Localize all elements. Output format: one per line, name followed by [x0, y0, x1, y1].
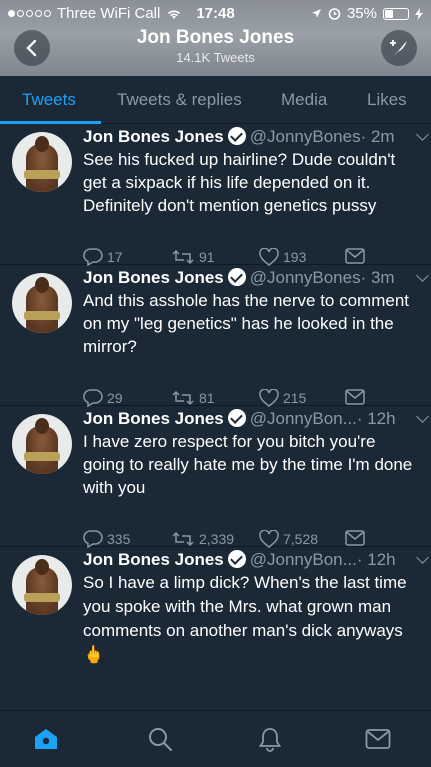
reply-count: 29 [107, 390, 123, 406]
nav-bar: Jon Bones Jones 14.1K Tweets [0, 26, 431, 76]
profile-header: Three WiFi Call 17:48 35% Jon Bones Jone… [0, 0, 431, 76]
retweet-icon [172, 390, 194, 406]
home-tab-button[interactable] [32, 725, 60, 753]
retweet-button[interactable]: 91 [171, 248, 215, 266]
like-count: 215 [283, 390, 307, 406]
like-button[interactable]: 215 [259, 389, 306, 407]
tweet-time: · 12h [356, 550, 396, 569]
like-count: 193 [283, 249, 307, 265]
retweet-icon [172, 531, 194, 547]
avatar[interactable] [12, 273, 72, 333]
status-bar: Three WiFi Call 17:48 35% [0, 0, 431, 26]
tweet-author-name[interactable]: Jon Bones Jones [83, 127, 224, 146]
tweet-item[interactable]: Jon Bones Jones @JonnyBon...· 12h So I ha… [0, 547, 431, 710]
tweet-item[interactable]: Jon Bones Jones @JonnyBon...· 12h I have … [0, 406, 431, 548]
tab-likes[interactable]: Likes [367, 90, 407, 110]
tweet-text: So I have a limp dick? When's the last t… [83, 573, 407, 664]
verified-badge-icon [227, 127, 246, 145]
retweet-button[interactable]: 81 [171, 389, 215, 407]
tweet-author-name[interactable]: Jon Bones Jones [83, 268, 224, 287]
tweet-author-name[interactable]: Jon Bones Jones [83, 550, 224, 569]
tweet-text: See his fucked up hairline? Dude couldn'… [83, 150, 396, 215]
envelope-icon [345, 530, 365, 546]
reply-count: 17 [107, 249, 123, 265]
retweet-count: 2,339 [199, 531, 235, 547]
tweet-header: Jon Bones Jones @JonnyBones· 3m [83, 268, 421, 290]
messages-envelope-icon [365, 729, 391, 749]
tweet-header: Jon Bones Jones @JonnyBon...· 12h [83, 550, 421, 572]
location-icon [311, 9, 321, 18]
alarm-icon [328, 8, 341, 20]
tweet-handle: @JonnyBon... [249, 409, 357, 428]
retweet-icon [172, 249, 194, 265]
like-button[interactable]: 7,528 [259, 530, 318, 548]
heart-icon [259, 530, 279, 548]
verified-badge-icon [227, 409, 246, 427]
reply-button[interactable]: 335 [83, 530, 130, 548]
heart-icon [259, 248, 279, 266]
tab-media[interactable]: Media [281, 90, 327, 110]
tweet-author-name[interactable]: Jon Bones Jones [83, 409, 224, 428]
bottom-tab-bar [0, 710, 431, 767]
avatar[interactable] [12, 414, 72, 474]
tweet-handle: @JonnyBon... [249, 550, 357, 569]
reply-button[interactable]: 29 [83, 389, 123, 407]
tweet-time: · 3m [360, 268, 395, 287]
tweet-text: And this asshole has the nerve to commen… [83, 291, 410, 356]
verified-badge-icon [227, 550, 246, 568]
notifications-bell-icon [258, 728, 282, 752]
envelope-icon [345, 389, 365, 405]
battery-percent: 35% [346, 5, 377, 22]
tweet-item[interactable]: Jon Bones Jones @JonnyBones· 2m See his f… [0, 124, 431, 266]
home-icon [35, 729, 57, 749]
reply-icon [83, 530, 103, 548]
tweet-time: · 2m [360, 127, 395, 146]
reply-icon [83, 389, 103, 407]
tab-tweets-and-replies[interactable]: Tweets & replies [117, 90, 242, 110]
verified-badge-icon [227, 268, 246, 286]
avatar[interactable] [12, 555, 72, 615]
tweet-text: I have zero respect for you bitch you're… [83, 432, 413, 497]
compose-tweet-button[interactable] [381, 30, 417, 66]
like-count: 7,528 [283, 531, 319, 547]
search-icon [149, 728, 173, 752]
tab-tweets[interactable]: Tweets [22, 90, 76, 110]
direct-message-button[interactable] [345, 389, 365, 405]
compose-tweet-icon [390, 40, 407, 56]
reply-count: 335 [107, 531, 131, 547]
messages-tab-button[interactable] [364, 725, 392, 753]
tweet-header: Jon Bones Jones @JonnyBon...· 12h [83, 409, 421, 431]
heart-icon [259, 389, 279, 407]
direct-message-button[interactable] [345, 530, 365, 546]
profile-tabs: Tweets Tweets & replies Media Likes [0, 76, 431, 124]
tweet-time: · 12h [356, 409, 396, 428]
status-right: 35% [311, 5, 423, 22]
retweet-count: 91 [199, 249, 215, 265]
notifications-tab-button[interactable] [256, 725, 284, 753]
profile-name-title: Jon Bones Jones [136, 27, 295, 48]
battery-icon [383, 7, 409, 20]
tweet-item[interactable]: Jon Bones Jones @JonnyBones· 3m And this … [0, 265, 431, 407]
avatar[interactable] [12, 132, 72, 192]
search-tab-button[interactable] [146, 725, 174, 753]
charging-icon [415, 7, 423, 20]
direct-message-button[interactable] [345, 248, 365, 264]
tweet-header: Jon Bones Jones @JonnyBones· 2m [83, 127, 421, 149]
tweet-feed[interactable]: Jon Bones Jones @JonnyBones· 2m See his f… [0, 124, 431, 710]
envelope-icon [345, 248, 365, 264]
tweet-handle: @JonnyBones [249, 268, 361, 287]
like-button[interactable]: 193 [259, 248, 306, 266]
retweet-count: 81 [199, 390, 215, 406]
reply-button[interactable]: 17 [83, 248, 123, 266]
retweet-button[interactable]: 2,339 [171, 530, 234, 548]
reply-icon [83, 248, 103, 266]
tweet-count: 14.1K Tweets [176, 50, 255, 65]
tweet-handle: @JonnyBones [249, 127, 361, 146]
